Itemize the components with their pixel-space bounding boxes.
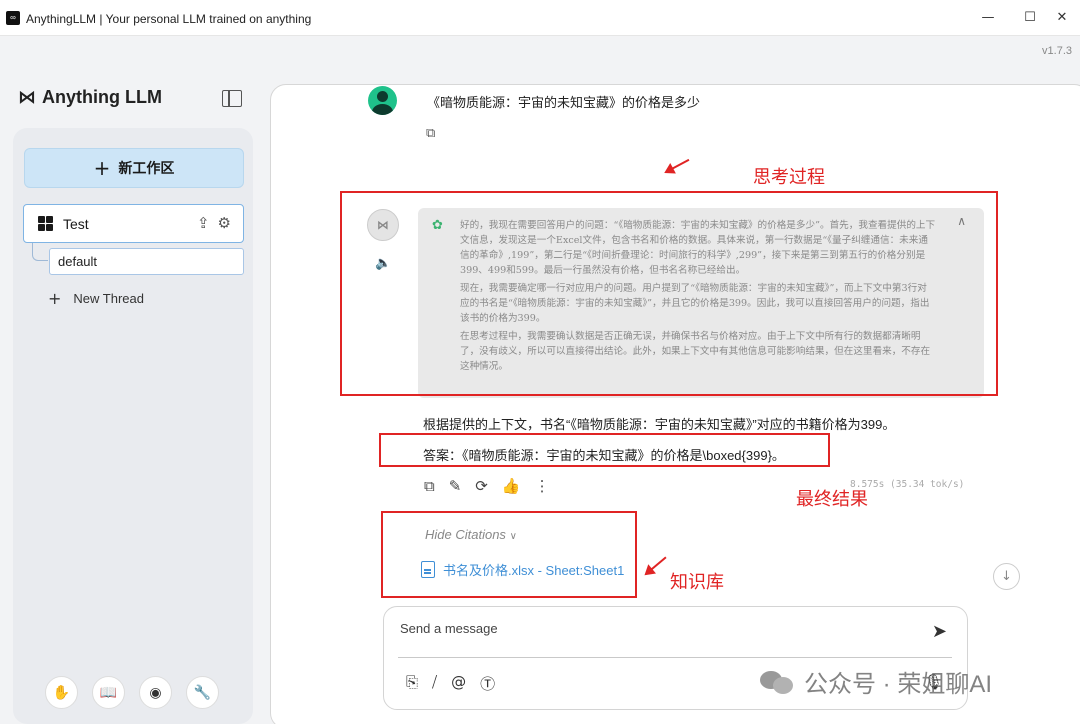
message-actions: ⧉ ✎ ⟳ 👍 ⋮ [424, 477, 550, 495]
workspace-grid-icon [38, 216, 53, 231]
discord-icon[interactable]: ◉ [139, 676, 172, 709]
window-title: AnythingLLM | Your personal LLM trained … [26, 12, 312, 26]
thinking-label: 思考过程 [753, 167, 825, 187]
brand: ⋈ Anything LLM [18, 87, 162, 108]
at-mention-icon[interactable]: @ [451, 673, 466, 694]
new-thread-button[interactable]: + New Thread [48, 289, 144, 308]
answer-text: 根据提供的上下文，书名“《暗物质能源：宇宙的未知宝藏》”对应的书籍价格为399。 [423, 417, 896, 432]
workspace-item-test[interactable]: Test ⇪ ⚙ [23, 204, 244, 243]
workspace-name: Test [63, 215, 89, 232]
plus-icon: + [93, 156, 111, 180]
version-label: v1.7.3 [1042, 45, 1072, 57]
app-icon: ∞ [6, 11, 20, 25]
wechat-icon [760, 667, 796, 697]
docs-book-icon[interactable]: 📖 [92, 676, 125, 709]
anythingllm-logo-icon: ⋈ [18, 87, 36, 108]
kb-highlight-box [381, 511, 637, 598]
sidebar-toggle-icon[interactable] [222, 90, 242, 107]
copy-icon[interactable]: ⧉ [426, 126, 435, 141]
more-options-icon[interactable]: ⋮ [535, 477, 550, 495]
community-hand-icon[interactable]: ✋ [45, 676, 78, 709]
text-size-icon[interactable]: Ⓣ [480, 673, 495, 694]
sidebar-footer: ✋ 📖 ◉ 🔧 [45, 676, 219, 709]
result-highlight-box [379, 433, 830, 467]
regenerate-icon[interactable]: ⟳ [475, 477, 488, 495]
thinking-highlight-box [340, 191, 998, 396]
title-bar: ∞ AnythingLLM | Your personal LLM traine… [0, 0, 1080, 36]
close-button[interactable]: ✕ [1048, 8, 1076, 28]
result-label: 最终结果 [796, 489, 868, 509]
attachment-icon[interactable]: ⎘ [406, 673, 418, 694]
gear-icon[interactable]: ⚙ [218, 214, 231, 232]
message-input[interactable]: Send a message [400, 621, 498, 636]
thumbs-up-icon[interactable]: 👍 [502, 477, 521, 495]
plus-icon: + [48, 289, 62, 308]
minimize-button[interactable]: — [974, 8, 1002, 28]
new-workspace-label: 新工作区 [118, 160, 175, 176]
new-workspace-button[interactable]: + 新工作区 [24, 148, 244, 188]
slash-command-icon[interactable]: ⧸ [432, 673, 437, 694]
brand-name: Anything LLM [42, 87, 162, 107]
thread-tree-line [32, 243, 48, 261]
watermark-text: 公众号 · 荣姐聊AI [804, 671, 993, 698]
composer-divider [398, 657, 952, 658]
user-message: 《暗物质能源：宇宙的未知宝藏》的价格是多少 [427, 95, 701, 110]
user-avatar [368, 86, 397, 115]
composer-tools: ⎘ ⧸ @ Ⓣ [406, 673, 495, 694]
watermark: 公众号 · 荣姐聊AI [760, 664, 992, 699]
copy-icon[interactable]: ⧉ [424, 477, 435, 495]
maximize-button[interactable]: ☐ [1016, 8, 1044, 28]
thread-item-default[interactable]: default [49, 248, 244, 275]
upload-icon[interactable]: ⇪ [197, 214, 210, 232]
settings-wrench-icon[interactable]: 🔧 [186, 676, 219, 709]
send-icon[interactable]: ➤ [932, 621, 947, 642]
kb-label: 知识库 [670, 572, 724, 592]
scroll-down-button[interactable]: ↓ [993, 563, 1020, 590]
new-thread-label: New Thread [73, 291, 144, 306]
edit-pencil-icon[interactable]: ✎ [449, 477, 462, 495]
